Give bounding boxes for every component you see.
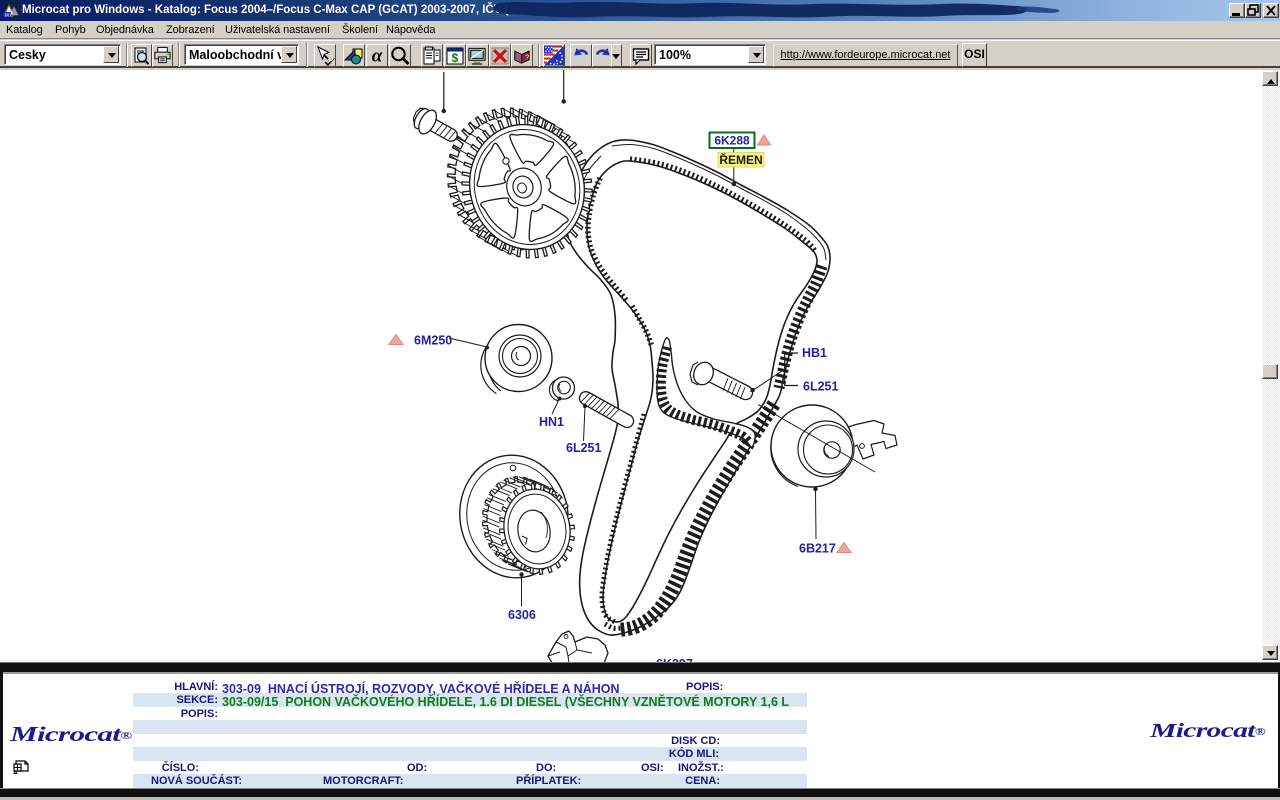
svg-text:M.C: M.C [5, 13, 14, 18]
svg-text:?: ? [525, 52, 530, 61]
svg-text:HB1: HB1 [802, 346, 827, 360]
svg-text:α: α [372, 45, 383, 66]
svg-text:6306: 6306 [508, 608, 536, 622]
svg-text:6L251: 6L251 [803, 380, 838, 394]
svg-text:HN1: HN1 [539, 415, 564, 429]
svg-text:ŘEMEN: ŘEMEN [719, 152, 762, 167]
svg-text:6L251: 6L251 [566, 441, 601, 455]
svg-text:6B217: 6B217 [799, 542, 836, 556]
svg-text:$: $ [452, 51, 459, 65]
svg-text:6M250: 6M250 [414, 334, 452, 348]
svg-text:6K288: 6K288 [714, 134, 750, 148]
